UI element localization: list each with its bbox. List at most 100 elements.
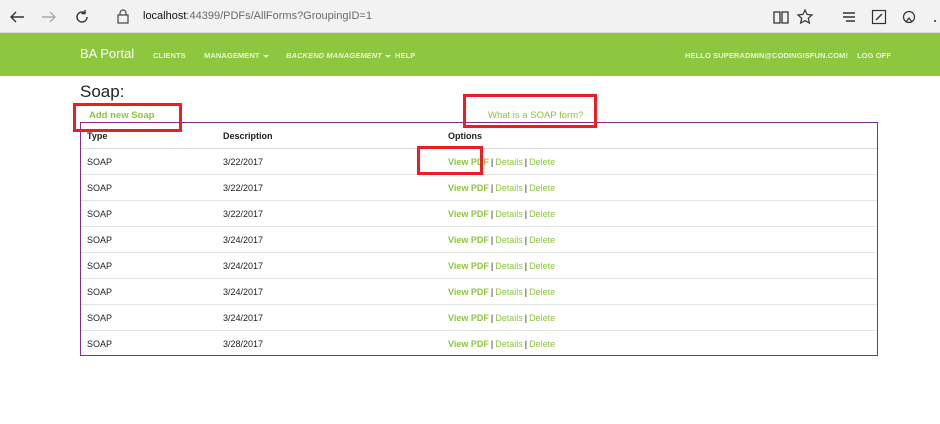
cell-options: View PDF | Details | Delete xyxy=(442,200,877,227)
cell-options: View PDF | Details | Delete xyxy=(442,174,877,201)
separator: | xyxy=(524,234,528,245)
nav-management[interactable]: MANAGEMENT xyxy=(204,51,269,60)
nav-backend-management[interactable]: BACKEND MANAGEMENT xyxy=(286,51,391,60)
cell-type: SOAP xyxy=(81,200,217,227)
highlight-box xyxy=(73,103,182,132)
lock-icon xyxy=(116,8,130,24)
view-pdf-link[interactable]: View PDF xyxy=(448,235,489,245)
separator: | xyxy=(490,182,494,193)
separator: | xyxy=(524,156,528,167)
back-arrow-icon[interactable] xyxy=(8,8,26,26)
separator: | xyxy=(524,338,528,349)
separator: | xyxy=(490,286,494,297)
highlight-box xyxy=(463,94,597,128)
page-title: Soap: xyxy=(80,82,125,101)
table-row: SOAP 3/24/2017 View PDF | Details | Delete xyxy=(81,304,877,331)
delete-link[interactable]: Delete xyxy=(529,209,555,219)
cell-description: 3/24/2017 xyxy=(217,278,442,305)
url-path: :44399/PDFs/AllForms?GroupingID=1 xyxy=(186,10,372,22)
hub-menu-icon[interactable] xyxy=(840,8,858,26)
reading-view-icon[interactable] xyxy=(772,8,790,26)
favorite-star-icon[interactable] xyxy=(796,8,814,26)
cell-options: View PDF | Details | Delete xyxy=(442,304,877,331)
table-row: SOAP 3/24/2017 View PDF | Details | Delete xyxy=(81,226,877,253)
cell-options: View PDF | Details | Delete xyxy=(442,330,877,356)
cell-type: SOAP xyxy=(81,304,217,331)
separator: | xyxy=(490,312,494,323)
cell-description: 3/22/2017 xyxy=(217,148,442,175)
cell-type: SOAP xyxy=(81,174,217,201)
separator: | xyxy=(490,234,494,245)
cell-description: 3/22/2017 xyxy=(217,174,442,201)
details-link[interactable]: Details xyxy=(495,235,523,245)
table-row: SOAP 3/22/2017 View PDF | Details | Delete xyxy=(81,174,877,201)
separator: | xyxy=(490,260,494,271)
view-pdf-link[interactable]: View PDF xyxy=(448,209,489,219)
browser-toolbar: localhost:44399/PDFs/AllForms?GroupingID… xyxy=(0,0,940,33)
address-bar[interactable]: localhost:44399/PDFs/AllForms?GroupingID… xyxy=(108,4,748,29)
cell-options: View PDF | Details | Delete xyxy=(442,252,877,279)
separator: | xyxy=(490,338,494,349)
cell-description: 3/22/2017 xyxy=(217,200,442,227)
details-link[interactable]: Details xyxy=(495,209,523,219)
cell-description: 3/24/2017 xyxy=(217,304,442,331)
nav-clients[interactable]: CLIENTS xyxy=(153,51,186,60)
table-row: SOAP 3/22/2017 View PDF | Details | Delete xyxy=(81,200,877,227)
web-note-icon[interactable] xyxy=(870,8,888,26)
cell-type: SOAP xyxy=(81,252,217,279)
table-row: SOAP 3/28/2017 View PDF | Details | Delete xyxy=(81,330,877,356)
view-pdf-link[interactable]: View PDF xyxy=(448,183,489,193)
chevron-down-icon xyxy=(262,54,269,58)
separator: | xyxy=(490,156,494,167)
details-link[interactable]: Details xyxy=(495,313,523,323)
view-pdf-link[interactable]: View PDF xyxy=(448,261,489,271)
cell-description: 3/24/2017 xyxy=(217,252,442,279)
details-link[interactable]: Details xyxy=(495,183,523,193)
delete-link[interactable]: Delete xyxy=(529,157,555,167)
cell-options: View PDF | Details | Delete xyxy=(442,278,877,305)
details-link[interactable]: Details xyxy=(495,157,523,167)
delete-link[interactable]: Delete xyxy=(529,261,555,271)
url-host: localhost xyxy=(143,10,187,22)
separator: | xyxy=(524,260,528,271)
cell-type: SOAP xyxy=(81,226,217,253)
cell-options: View PDF | Details | Delete xyxy=(442,226,877,253)
cell-type: SOAP xyxy=(81,148,217,175)
details-link[interactable]: Details xyxy=(495,287,523,297)
separator: | xyxy=(490,208,494,219)
cell-type: SOAP xyxy=(81,330,217,356)
nav-help[interactable]: HELP xyxy=(395,51,415,60)
app-navbar: BA Portal CLIENTS MANAGEMENT BACKEND MAN… xyxy=(0,33,940,76)
url-text: localhost:44399/PDFs/AllForms?GroupingID… xyxy=(143,10,372,22)
chevron-down-icon xyxy=(384,54,391,58)
table-row: SOAP 3/24/2017 View PDF | Details | Delete xyxy=(81,252,877,279)
delete-link[interactable]: Delete xyxy=(529,313,555,323)
delete-link[interactable]: Delete xyxy=(529,339,555,349)
cell-description: 3/24/2017 xyxy=(217,226,442,253)
separator: | xyxy=(524,286,528,297)
cell-description: 3/28/2017 xyxy=(217,330,442,356)
view-pdf-link[interactable]: View PDF xyxy=(448,287,489,297)
separator: | xyxy=(524,182,528,193)
logoff-link[interactable]: LOG OFF xyxy=(857,51,891,60)
user-greeting[interactable]: HELLO SUPERADMIN@CODINGISFUN.COM! xyxy=(685,51,848,60)
cell-options: View PDF | Details | Delete xyxy=(442,148,877,175)
delete-link[interactable]: Delete xyxy=(529,287,555,297)
separator: | xyxy=(524,312,528,323)
delete-link[interactable]: Delete xyxy=(529,235,555,245)
brand-logo-text[interactable]: BA Portal xyxy=(80,46,134,61)
cell-type: SOAP xyxy=(81,278,217,305)
details-link[interactable]: Details xyxy=(495,339,523,349)
separator: | xyxy=(524,208,528,219)
nav-backend-management-label: BACKEND MANAGEMENT xyxy=(286,51,382,60)
view-pdf-link[interactable]: View PDF xyxy=(448,339,489,349)
details-link[interactable]: Details xyxy=(495,261,523,271)
delete-link[interactable]: Delete xyxy=(529,183,555,193)
view-pdf-link[interactable]: View PDF xyxy=(448,313,489,323)
share-icon[interactable] xyxy=(900,8,918,26)
nav-management-label: MANAGEMENT xyxy=(204,51,260,60)
highlight-box xyxy=(417,146,483,175)
refresh-icon[interactable] xyxy=(73,8,91,26)
more-options-icon[interactable] xyxy=(926,8,936,26)
forward-arrow-icon[interactable] xyxy=(40,8,58,26)
